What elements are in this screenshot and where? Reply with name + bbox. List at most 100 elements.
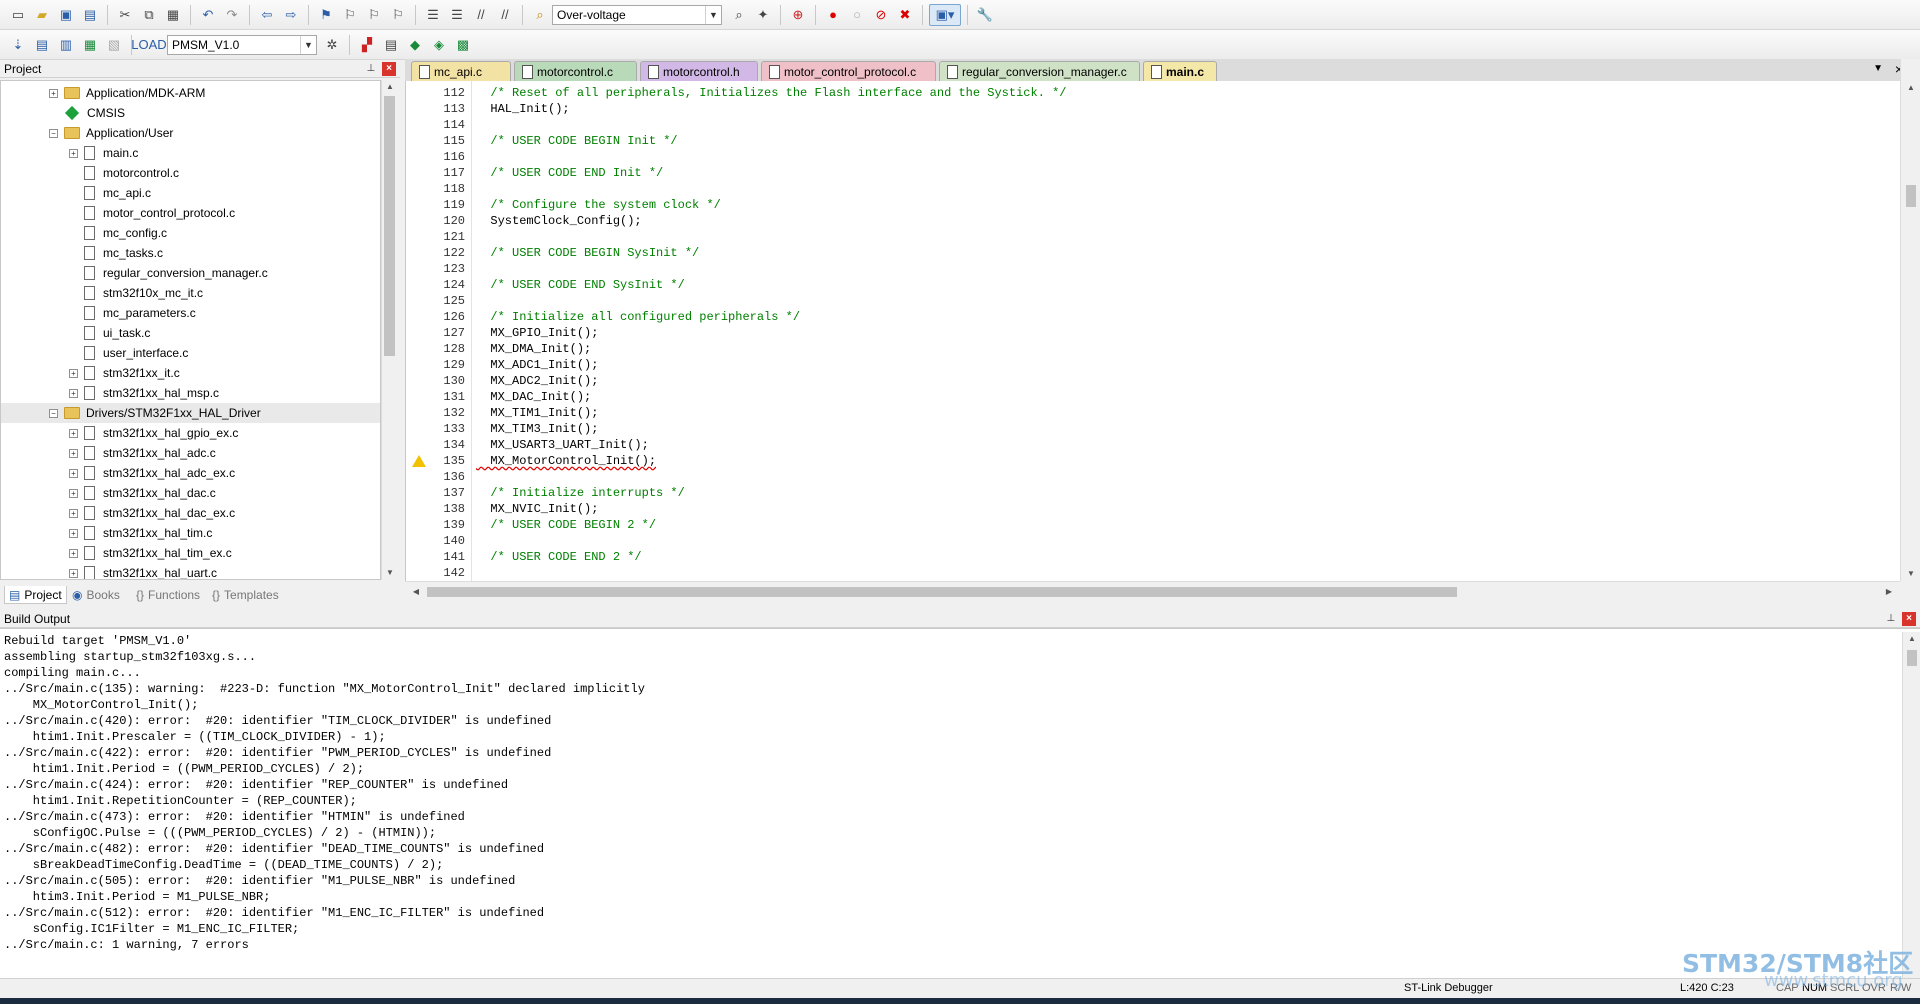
expand-icon[interactable]: + [69, 388, 78, 398]
editor-tab[interactable]: motorcontrol.c [514, 61, 637, 81]
build-output-line[interactable]: htim1.Init.Prescaler = ((TIM_CLOCK_DIVID… [4, 729, 386, 745]
code-line[interactable]: MX_DAC_Init(); [476, 389, 591, 405]
scrollbar-thumb[interactable] [384, 96, 395, 356]
tree-item[interactable]: + stm32f1xx_it.c [1, 363, 380, 383]
scrollbar-thumb[interactable] [427, 587, 1457, 597]
rebuild-icon[interactable]: ▥ [55, 34, 77, 56]
open-folder-icon[interactable]: ▰ [31, 4, 53, 26]
manage-project-items-icon[interactable]: ▞ [356, 34, 378, 56]
build-output-line[interactable]: ../Src/main.c(135): warning: #223-D: fun… [4, 681, 645, 697]
code-line[interactable]: /* Configure the system clock */ [476, 197, 720, 213]
chevron-down-icon[interactable]: ▼ [705, 5, 721, 24]
save-icon[interactable]: ▣ [55, 4, 77, 26]
build-output-line[interactable]: ../Src/main.c(420): error: #20: identifi… [4, 713, 551, 729]
build-output-line[interactable]: htim3.Init.Period = M1_PULSE_NBR; [4, 889, 271, 905]
navigate-forward-icon[interactable]: ⇨ [280, 4, 302, 26]
editor-tab[interactable]: main.c [1143, 61, 1217, 81]
code-line[interactable]: SystemClock_Config(); [476, 213, 641, 229]
code-line[interactable]: MX_TIM1_Init(); [476, 405, 598, 421]
expand-icon[interactable]: + [69, 548, 78, 558]
code-line[interactable]: /* Initialize interrupts */ [476, 485, 684, 501]
build-output-line[interactable]: sBreakDeadTimeConfig.DeadTime = ((DEAD_T… [4, 857, 443, 873]
target-options-icon[interactable]: ✲ [321, 34, 343, 56]
build-output-line[interactable]: MX_MotorControl_Init(); [4, 697, 199, 713]
build-output-line[interactable]: ../Src/main.c: 1 warning, 7 errors [4, 937, 249, 953]
build-output-line[interactable]: Rebuild target 'PMSM_V1.0' [4, 633, 191, 649]
code-line[interactable]: MX_NVIC_Init(); [476, 501, 598, 517]
find-in-files-icon[interactable]: ⌕ [529, 4, 551, 26]
tree-item[interactable]: + stm32f1xx_hal_tim.c [1, 523, 380, 543]
tree-item[interactable]: mc_api.c [1, 183, 380, 203]
incremental-find-icon[interactable]: ✦ [752, 4, 774, 26]
expand-icon[interactable]: + [69, 468, 78, 478]
code-line[interactable]: /* USER CODE END Init */ [476, 165, 663, 181]
expand-icon[interactable]: + [69, 368, 78, 378]
find-combo[interactable]: Over-voltage ▼ [552, 4, 722, 25]
debug-session-icon[interactable]: ⊕ [787, 4, 809, 26]
translate-icon[interactable]: ⇣ [7, 34, 29, 56]
bookmark-previous-icon[interactable]: ⚐ [339, 4, 361, 26]
scroll-up-icon[interactable]: ▲ [383, 80, 397, 94]
redo-icon[interactable]: ↷ [221, 4, 243, 26]
tab-functions[interactable]: {} Functions [132, 586, 204, 604]
build-output-line[interactable]: htim1.Init.RepetitionCounter = (REP_COUN… [4, 793, 357, 809]
tree-item[interactable]: user_interface.c [1, 343, 380, 363]
bookmark-next-icon[interactable]: ⚐ [363, 4, 385, 26]
disable-breakpoints-icon[interactable]: ⊘ [870, 4, 892, 26]
insert-breakpoint-icon[interactable]: ● [822, 4, 844, 26]
tree-item[interactable]: motorcontrol.c [1, 163, 380, 183]
paste-icon[interactable]: ▦ [162, 4, 184, 26]
build-output-line[interactable]: ../Src/main.c(422): error: #20: identifi… [4, 745, 551, 761]
code-line[interactable]: MX_TIM3_Init(); [476, 421, 598, 437]
scrollbar-thumb[interactable] [1906, 185, 1916, 207]
batch-build-icon[interactable]: ▦ [79, 34, 101, 56]
build-output-line[interactable]: ../Src/main.c(505): error: #20: identifi… [4, 873, 515, 889]
code-line[interactable]: MX_USART3_UART_Init(); [476, 437, 648, 453]
comment-icon[interactable]: // [470, 4, 492, 26]
tree-item[interactable]: + stm32f1xx_hal_adc.c [1, 443, 380, 463]
tree-item[interactable]: mc_parameters.c [1, 303, 380, 323]
collapse-icon[interactable]: − [49, 408, 58, 418]
target-select[interactable]: PMSM_V1.0 ▼ [167, 34, 317, 55]
tree-item[interactable]: − Application/User [1, 123, 380, 143]
tree-item[interactable]: + stm32f1xx_hal_dac_ex.c [1, 503, 380, 523]
scroll-down-icon[interactable]: ▼ [383, 566, 397, 580]
tree-item[interactable]: + stm32f1xx_hal_uart.c [1, 563, 380, 579]
scroll-down-icon[interactable]: ▼ [1904, 567, 1918, 581]
tab-project[interactable]: ▤ Project [4, 586, 67, 604]
expand-icon[interactable]: + [69, 568, 78, 578]
code-line[interactable]: MX_ADC2_Init(); [476, 373, 598, 389]
manage-multi-project-icon[interactable]: ▤ [380, 34, 402, 56]
build-icon[interactable]: ▤ [31, 34, 53, 56]
code-line[interactable]: /* Reset of all peripherals, Initializes… [476, 85, 1066, 101]
stop-build-icon[interactable]: ▧ [103, 34, 125, 56]
code-line[interactable]: /* USER CODE END SysInit */ [476, 277, 684, 293]
tree-item[interactable]: mc_tasks.c [1, 243, 380, 263]
editor-tab[interactable]: motorcontrol.h [640, 61, 758, 81]
code-line[interactable]: /* Initialize all configured peripherals… [476, 309, 800, 325]
tree-item[interactable]: regular_conversion_manager.c [1, 263, 380, 283]
tree-item[interactable]: ui_task.c [1, 323, 380, 343]
save-all-icon[interactable]: ▤ [79, 4, 101, 26]
editor-tab[interactable]: motor_control_protocol.c [761, 61, 936, 81]
build-output-pane[interactable]: Rebuild target 'PMSM_V1.0' assembling sta… [0, 628, 1920, 978]
code-line[interactable]: /* USER CODE BEGIN Init */ [476, 133, 677, 149]
build-output-line[interactable]: ../Src/main.c(512): error: #20: identifi… [4, 905, 544, 921]
build-output-line[interactable]: compiling main.c... [4, 665, 141, 681]
tree-item[interactable]: + main.c [1, 143, 380, 163]
tab-list-chevron-icon[interactable]: ▼ [1873, 63, 1883, 74]
tree-item[interactable]: motor_control_protocol.c [1, 203, 380, 223]
tree-item[interactable]: stm32f10x_mc_it.c [1, 283, 380, 303]
manage-run-time-env-icon[interactable]: ◆ [404, 34, 426, 56]
editor-tab[interactable]: regular_conversion_manager.c [939, 61, 1140, 81]
build-output-line[interactable]: assembling startup_stm32f103xg.s... [4, 649, 256, 665]
warning-icon[interactable] [412, 455, 426, 467]
find-icon[interactable]: ⌕ [728, 4, 750, 26]
build-output-line[interactable]: ../Src/main.c(482): error: #20: identifi… [4, 841, 544, 857]
tree-item[interactable]: + stm32f1xx_hal_msp.c [1, 383, 380, 403]
code-line[interactable]: /* USER CODE BEGIN 2 */ [476, 517, 656, 533]
new-file-icon[interactable]: ▭ [7, 4, 29, 26]
build-output-line[interactable]: ../Src/main.c(473): error: #20: identifi… [4, 809, 465, 825]
scroll-left-icon[interactable]: ◀ [409, 585, 423, 599]
code-line[interactable]: /* USER CODE BEGIN SysInit */ [476, 245, 699, 261]
